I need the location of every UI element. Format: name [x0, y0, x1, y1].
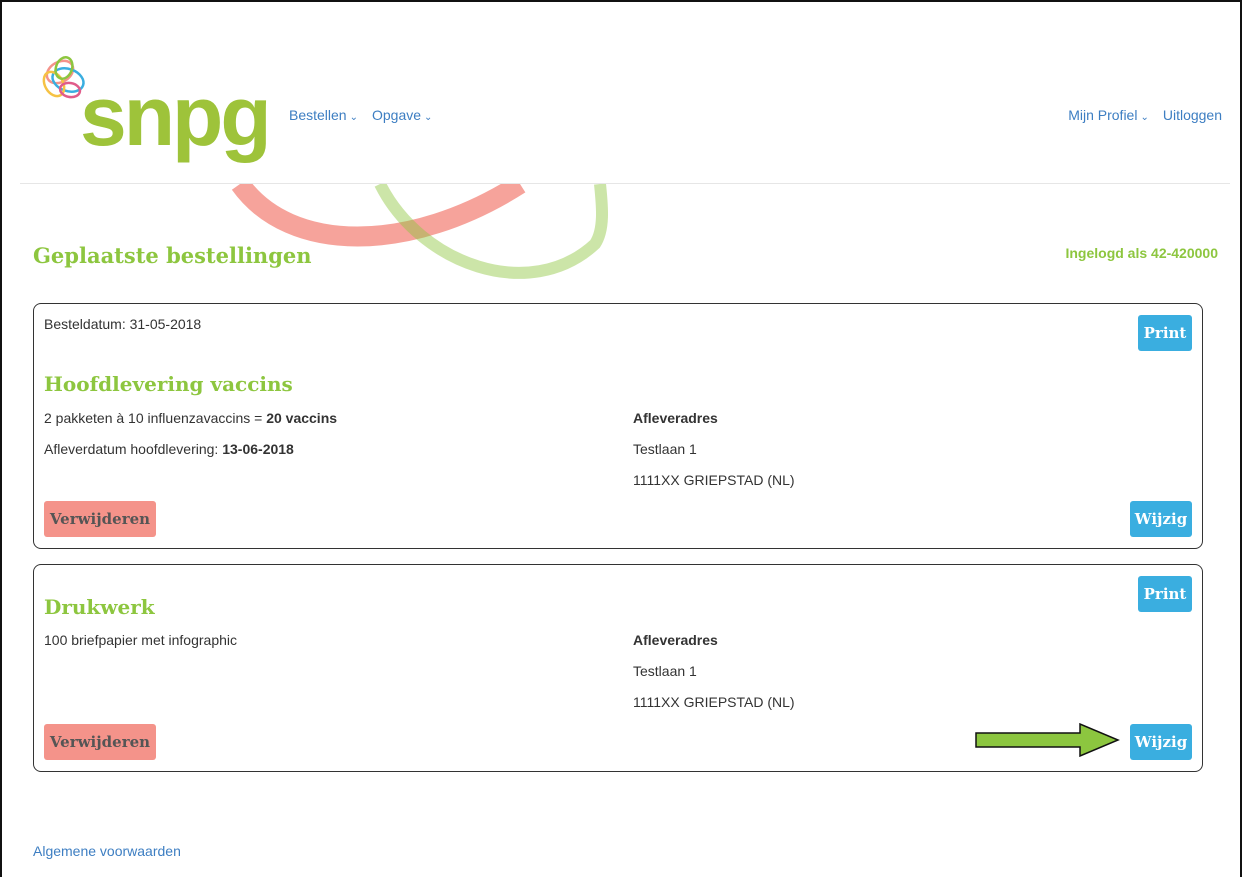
- terms-link[interactable]: Algemene voorwaarden: [33, 843, 181, 859]
- delete-button[interactable]: Verwijderen: [44, 724, 156, 760]
- delete-button[interactable]: Verwijderen: [44, 501, 156, 537]
- logo-wordmark[interactable]: snpg: [80, 74, 272, 158]
- print-button[interactable]: Print: [1138, 576, 1192, 612]
- chevron-down-icon: ⌄: [1140, 112, 1149, 123]
- nav-mijn-profiel-label: Mijn Profiel: [1068, 107, 1138, 123]
- order-quantity: 2 pakketen à 10 influenzavaccins = 20 va…: [44, 410, 337, 426]
- logged-in-status: Ingelogd als 42-420000: [1065, 245, 1218, 261]
- address-heading: Afleveradres: [633, 410, 718, 426]
- address-city: 1111XX GRIEPSTAD (NL): [633, 694, 795, 710]
- order-description: 100 briefpapier met infographic: [44, 632, 238, 648]
- nav-mijn-profiel[interactable]: Mijn Profiel ⌄: [1068, 107, 1149, 123]
- order-quantity-total: 20 vaccins: [266, 410, 338, 426]
- print-button[interactable]: Print: [1138, 315, 1192, 351]
- edit-button[interactable]: Wijzig: [1130, 724, 1192, 760]
- main-nav: Bestellen ⌄ Opgave ⌄: [289, 107, 432, 123]
- order-quantity-prefix: 2 pakketen à 10 influenzavaccins =: [44, 410, 267, 426]
- order-card: Besteldatum: 31-05-2018 Print Hoofdlever…: [33, 303, 1203, 549]
- chevron-down-icon: ⌄: [349, 112, 358, 123]
- user-nav: Mijn Profiel ⌄ Uitloggen: [1068, 107, 1222, 123]
- delivery-date-value: 13-06-2018: [222, 441, 294, 457]
- chevron-down-icon: ⌄: [424, 112, 433, 123]
- nav-opgave-label: Opgave: [371, 107, 422, 123]
- page-title: Geplaatste bestellingen: [33, 243, 312, 268]
- nav-bestellen-label: Bestellen: [289, 107, 347, 123]
- delivery-date: Afleverdatum hoofdlevering: 13-06-2018: [44, 441, 294, 457]
- logout-link[interactable]: Uitloggen: [1163, 107, 1222, 123]
- order-date: Besteldatum: 31-05-2018: [44, 316, 202, 332]
- address-street: Testlaan 1: [633, 663, 697, 679]
- nav-opgave[interactable]: Opgave ⌄: [372, 107, 432, 123]
- edit-button[interactable]: Wijzig: [1130, 501, 1192, 537]
- address-heading: Afleveradres: [633, 632, 718, 648]
- address-city: 1111XX GRIEPSTAD (NL): [633, 472, 795, 488]
- nav-bestellen[interactable]: Bestellen ⌄: [289, 107, 358, 123]
- order-title: Drukwerk: [44, 595, 155, 619]
- address-street: Testlaan 1: [633, 441, 697, 457]
- header: snpg Bestellen ⌄ Opgave ⌄ Mijn Profiel ⌄ Ui…: [20, 0, 1230, 184]
- arrow-right-icon: [975, 723, 1120, 757]
- order-title: Hoofdlevering vaccins: [44, 372, 293, 396]
- delivery-date-prefix: Afleverdatum hoofdlevering:: [44, 441, 223, 457]
